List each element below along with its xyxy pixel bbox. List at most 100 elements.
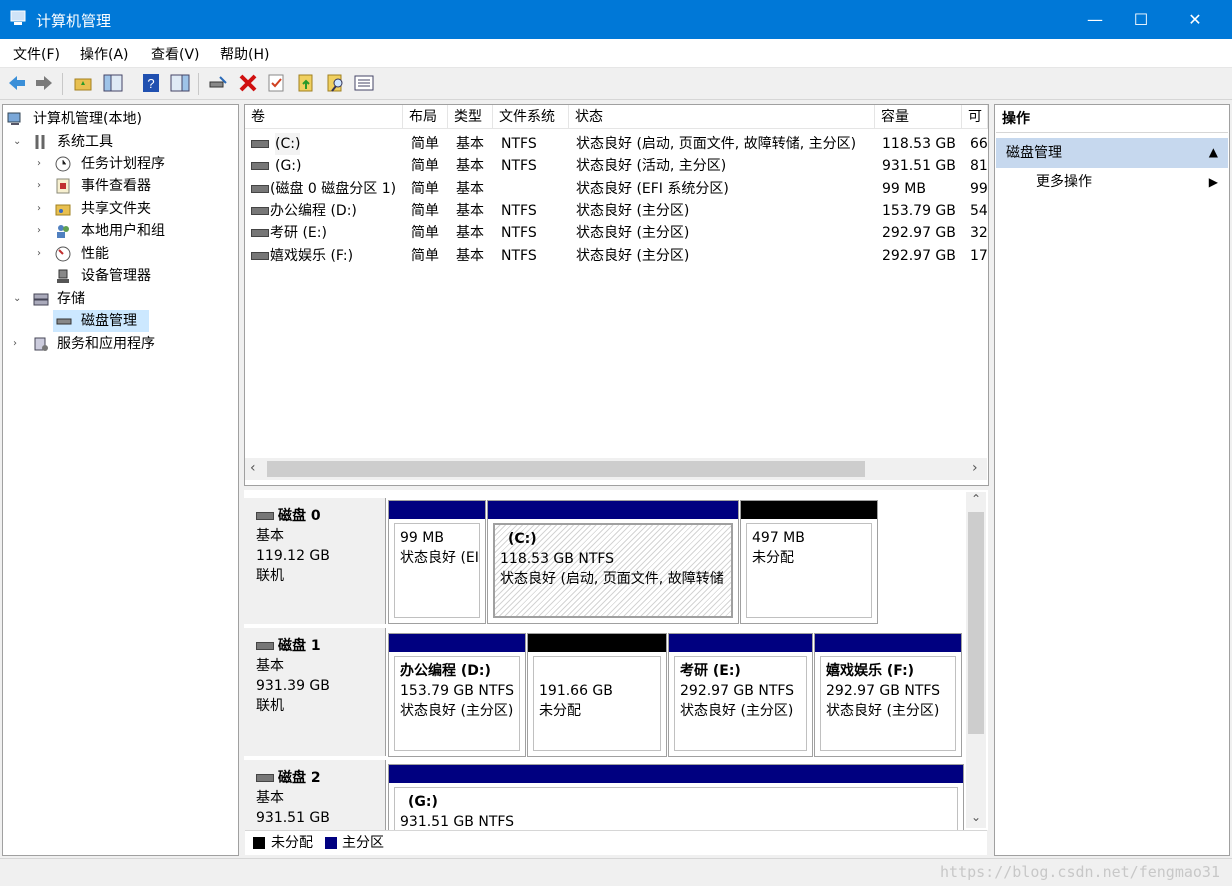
partition-g[interactable]: (G:) 931.51 GB NTFS xyxy=(388,764,964,830)
primary-partition-bar xyxy=(389,501,485,519)
chevron-right-icon[interactable]: › xyxy=(13,333,25,355)
device-manager-icon xyxy=(57,269,69,283)
more-actions-item[interactable]: 更多操作 ▶ xyxy=(996,169,1228,195)
tree-item-root[interactable]: 计算机管理(本地) xyxy=(7,108,235,130)
cell-volume: (C:) xyxy=(275,133,301,155)
disk-size: 119.12 GB xyxy=(256,548,330,564)
partition-d[interactable]: 办公编程 (D:) 153.79 GB NTFS 状态良好 (主分区) xyxy=(388,633,526,757)
disk-2-info[interactable]: 磁盘 2 基本 931.51 GB xyxy=(244,760,386,830)
tree-label: 任务计划程序 xyxy=(81,156,165,172)
maximize-button[interactable]: ☐ xyxy=(1118,0,1164,39)
menu-action[interactable]: 操作(A) xyxy=(80,44,129,64)
cell-type: 基本 xyxy=(456,248,484,264)
help-icon[interactable]: ? xyxy=(141,73,161,93)
tree-item-performance[interactable]: › 性能 xyxy=(37,243,235,265)
collapse-up-icon[interactable]: ▲ xyxy=(1209,137,1218,167)
scroll-up-icon[interactable]: ⌃ xyxy=(971,492,981,506)
disk-icon xyxy=(256,642,274,650)
tree-item-disk-management[interactable]: 磁盘管理 xyxy=(53,310,149,332)
up-folder-icon[interactable] xyxy=(73,73,93,93)
scroll-left-icon[interactable]: ‹ xyxy=(250,460,256,476)
chevron-down-icon[interactable]: ⌄ xyxy=(13,288,25,310)
column-header-type[interactable]: 类型 xyxy=(448,105,493,129)
tree-item-shared-folders[interactable]: › 共享文件夹 xyxy=(37,198,235,220)
column-header-capacity[interactable]: 容量 xyxy=(875,105,962,129)
partition-c[interactable]: (C:) 118.53 GB NTFS 状态良好 (启动, 页面文件, 故障转储 xyxy=(487,500,739,624)
unallocated-space[interactable]: 497 MB 未分配 xyxy=(740,500,878,624)
tree-item-event-viewer[interactable]: › 事件查看器 xyxy=(37,175,235,197)
tree-item-task-scheduler[interactable]: › 任务计划程序 xyxy=(37,153,235,175)
partition-body: 191.66 GB 未分配 xyxy=(533,656,661,751)
tree-label: 本地用户和组 xyxy=(81,223,165,239)
cell-volume: (磁盘 0 磁盘分区 1) xyxy=(270,181,397,197)
actions-section-disk-management[interactable]: 磁盘管理 ▲ xyxy=(996,138,1228,168)
cell-filesystem: NTFS xyxy=(501,248,537,264)
disk-type: 基本 xyxy=(256,790,284,806)
connect-drive-icon[interactable] xyxy=(208,73,228,93)
scroll-right-icon[interactable]: › xyxy=(972,460,978,476)
performance-icon xyxy=(55,246,71,262)
chevron-right-icon[interactable]: › xyxy=(37,220,49,242)
vertical-scrollbar[interactable]: ⌃ ⌄ xyxy=(966,492,986,828)
partition-body: 嬉戏娱乐 (F:) 292.97 GB NTFS 状态良好 (主分区) xyxy=(820,656,956,751)
table-row[interactable]: 嬉戏娱乐 (F:) 简单 基本 NTFS 状态良好 (主分区) 292.97 G… xyxy=(245,245,988,267)
export-list-icon[interactable] xyxy=(296,73,316,93)
tree-item-system-tools[interactable]: ⌄ 系统工具 xyxy=(13,131,235,153)
partition-size: 292.97 GB NTFS xyxy=(680,683,795,699)
menu-help[interactable]: 帮助(H) xyxy=(220,44,269,64)
cell-type: 基本 xyxy=(456,158,484,174)
cell-capacity: 99 MB xyxy=(882,181,926,197)
column-header-filesystem[interactable]: 文件系统 xyxy=(493,105,569,129)
search-icon[interactable] xyxy=(326,73,346,93)
chevron-right-icon[interactable]: › xyxy=(37,153,49,175)
chevron-right-icon[interactable]: › xyxy=(37,243,49,265)
scrollbar-thumb[interactable] xyxy=(968,512,984,734)
disk-0-info[interactable]: 磁盘 0 基本 119.12 GB 联机 xyxy=(244,498,386,624)
partition-body: (G:) 931.51 GB NTFS xyxy=(394,787,958,830)
table-row[interactable]: (G:) 简单 基本 NTFS 状态良好 (活动, 主分区) 931.51 GB… xyxy=(245,155,988,177)
unallocated-space[interactable]: 191.66 GB 未分配 xyxy=(527,633,667,757)
properties-check-icon[interactable] xyxy=(266,73,286,93)
chevron-right-icon[interactable]: › xyxy=(37,175,49,197)
scrollbar-thumb[interactable] xyxy=(267,461,865,477)
cell-layout: 简单 xyxy=(411,203,439,219)
partition-e[interactable]: 考研 (E:) 292.97 GB NTFS 状态良好 (主分区) xyxy=(668,633,813,757)
scroll-down-icon[interactable]: ⌄ xyxy=(971,810,981,824)
chevron-down-icon[interactable]: ⌄ xyxy=(13,131,25,153)
menu-view[interactable]: 查看(V) xyxy=(151,44,200,64)
table-row[interactable]: (磁盘 0 磁盘分区 1) 简单 基本 状态良好 (EFI 系统分区) 99 M… xyxy=(245,178,988,200)
partition-f[interactable]: 嬉戏娱乐 (F:) 292.97 GB NTFS 状态良好 (主分区) xyxy=(814,633,962,757)
horizontal-scrollbar[interactable]: ‹ › xyxy=(245,458,987,480)
chevron-right-icon[interactable]: › xyxy=(37,198,49,220)
column-header-volume[interactable]: 卷 xyxy=(245,105,403,129)
tree-item-local-users[interactable]: › 本地用户和组 xyxy=(37,220,235,242)
column-header-layout[interactable]: 布局 xyxy=(403,105,448,129)
tree-item-services-apps[interactable]: › 服务和应用程序 xyxy=(13,333,235,355)
minimize-button[interactable]: — xyxy=(1072,0,1118,39)
list-view-icon[interactable] xyxy=(354,73,374,93)
back-arrow-icon[interactable] xyxy=(7,73,27,93)
event-viewer-icon xyxy=(56,178,70,194)
primary-partition-bar xyxy=(389,765,963,783)
disk-1-info[interactable]: 磁盘 1 基本 931.39 GB 联机 xyxy=(244,628,386,756)
show-hide-action-pane-icon[interactable] xyxy=(170,73,190,93)
title-bar: 计算机管理 — ☐ ✕ xyxy=(0,0,1232,39)
tree-item-device-manager[interactable]: 设备管理器 xyxy=(37,265,235,287)
cell-layout: 简单 xyxy=(411,248,439,264)
forward-arrow-icon[interactable] xyxy=(34,73,54,93)
close-button[interactable]: ✕ xyxy=(1172,0,1218,39)
table-row[interactable]: 考研 (E:) 简单 基本 NTFS 状态良好 (主分区) 292.97 GB … xyxy=(245,222,988,244)
column-header-status[interactable]: 状态 xyxy=(569,105,875,129)
table-row[interactable]: (C:) 简单 基本 NTFS 状态良好 (启动, 页面文件, 故障转储, 主分… xyxy=(245,133,988,155)
cell-type: 基本 xyxy=(456,136,484,152)
menu-file[interactable]: 文件(F) xyxy=(13,44,60,64)
table-row[interactable]: 办公编程 (D:) 简单 基本 NTFS 状态良好 (主分区) 153.79 G… xyxy=(245,200,988,222)
tree-item-storage[interactable]: ⌄ 存储 xyxy=(13,288,235,310)
actions-section-label: 磁盘管理 xyxy=(1006,145,1062,161)
unallocated-bar xyxy=(528,634,666,652)
column-header-free[interactable]: 可 xyxy=(962,105,988,129)
show-hide-tree-icon[interactable] xyxy=(103,73,123,93)
delete-icon[interactable] xyxy=(238,73,258,93)
partition-efi[interactable]: 99 MB 状态良好 (EI xyxy=(388,500,486,624)
partition-status: 状态良好 (启动, 页面文件, 故障转储 xyxy=(500,571,724,587)
